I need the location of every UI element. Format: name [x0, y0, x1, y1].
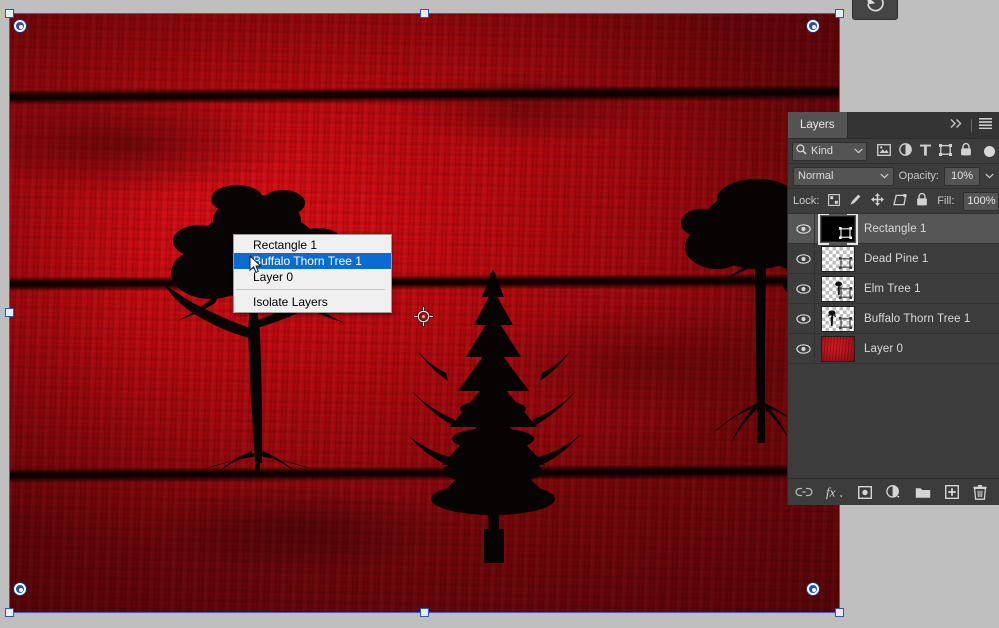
layer-visibility-toggle[interactable] — [792, 223, 814, 234]
layers-list[interactable]: Rectangle 1 Dead Pine 1 Elm Tree 1 Buffa… — [788, 214, 999, 462]
eye-icon — [795, 253, 811, 264]
layer-row-divider — [814, 333, 815, 364]
vector-mask-badge-icon — [839, 256, 852, 269]
chevron-double-right-icon[interactable] — [949, 118, 964, 132]
search-icon — [796, 144, 807, 158]
new-group-icon[interactable] — [915, 486, 931, 499]
blend-mode-select[interactable]: Normal — [793, 166, 894, 186]
lock-position-icon[interactable] — [871, 193, 885, 209]
new-layer-icon[interactable] — [944, 484, 960, 500]
lock-image-pixels-icon[interactable] — [849, 193, 862, 209]
smart-guide-point-bottom-right[interactable] — [807, 583, 819, 595]
chevron-down-icon[interactable] — [879, 170, 889, 182]
delete-layer-icon[interactable] — [973, 484, 987, 500]
rotate-icon — [865, 0, 885, 16]
chevron-down-icon[interactable] — [854, 145, 863, 157]
eye-icon — [795, 223, 811, 234]
layer-visibility-toggle[interactable] — [792, 343, 814, 354]
vector-mask-badge-icon — [839, 226, 852, 239]
rotate-view-button[interactable] — [852, 0, 898, 20]
add-layer-mask-icon[interactable] — [857, 485, 873, 499]
eye-icon — [795, 343, 811, 354]
shape-layer-filter-icon[interactable] — [939, 143, 952, 159]
layer-row-divider — [814, 303, 815, 334]
smart-object-filter-icon[interactable] — [960, 142, 972, 159]
filter-kind-select[interactable]: Kind — [792, 141, 867, 161]
context-menu-item-buffalo-thorn-tree-1[interactable]: Buffalo Thorn Tree 1 — [234, 253, 391, 269]
layer-row-divider — [814, 214, 815, 244]
panel-tab-bar: Layers — [788, 112, 999, 139]
layer-row-divider — [814, 273, 815, 304]
canvas-artwork — [9, 13, 840, 613]
layer-thumbnail[interactable] — [821, 275, 855, 302]
eye-icon — [795, 283, 811, 294]
layer-name-label: Dead Pine 1 — [864, 252, 929, 265]
layer-styles-fx-icon[interactable]: fx — [826, 485, 844, 500]
new-fill-adjustment-layer-icon[interactable] — [886, 485, 901, 499]
layers-panel-footer: fx — [788, 478, 999, 505]
layer-visibility-toggle[interactable] — [792, 283, 814, 294]
layer-name-label: Rectangle 1 — [864, 222, 927, 235]
lock-transparent-pixels-icon[interactable] — [828, 193, 841, 209]
smart-guide-point-top-right[interactable] — [807, 20, 819, 32]
context-menu-item-rectangle-1[interactable]: Rectangle 1 — [234, 237, 391, 253]
document-canvas[interactable] — [9, 13, 840, 613]
vector-mask-badge-icon — [839, 286, 852, 299]
layer-row-layer-0[interactable]: Layer 0 — [788, 333, 999, 364]
layers-panel[interactable]: Layers Kind Normal Opacity: 10% Lock: Fi… — [787, 112, 999, 505]
chevron-down-icon[interactable] — [985, 170, 994, 182]
tab-layers[interactable]: Layers — [788, 112, 848, 138]
panel-menu-icon[interactable] — [979, 118, 992, 132]
layer-thumbnail[interactable] — [821, 305, 855, 332]
eye-icon — [795, 313, 811, 324]
panel-tab-controls — [949, 112, 999, 138]
link-layers-icon[interactable] — [795, 487, 813, 497]
pixel-layer-filter-icon[interactable] — [877, 143, 891, 159]
blend-mode-value: Normal — [798, 170, 834, 182]
toolbar-divider — [971, 118, 972, 132]
photoshop-window: Rectangle 1 Buffalo Thorn Tree 1 Layer 0… — [0, 0, 999, 628]
fill-input[interactable]: 100% — [963, 191, 999, 211]
layer-name-label: Buffalo Thorn Tree 1 — [864, 312, 971, 325]
adjustment-layer-filter-icon[interactable] — [899, 143, 912, 159]
context-menu-separator — [236, 289, 385, 290]
layer-row-divider — [814, 243, 815, 274]
filter-type-buttons — [877, 142, 995, 159]
smart-guide-point-bottom-left[interactable] — [14, 583, 26, 595]
layer-thumbnail[interactable] — [821, 245, 855, 272]
layer-thumbnail[interactable] — [821, 335, 855, 362]
layer-name-label: Elm Tree 1 — [864, 282, 921, 295]
dead-pine-silhouette — [394, 233, 594, 563]
tab-layers-label: Layers — [800, 119, 835, 131]
layer-row-rectangle-1[interactable]: Rectangle 1 — [788, 214, 999, 245]
vector-mask-badge-icon — [839, 316, 852, 329]
lock-buttons — [828, 192, 928, 209]
layer-pick-context-menu[interactable]: Rectangle 1 Buffalo Thorn Tree 1 Layer 0… — [233, 234, 392, 313]
context-menu-item-layer-0[interactable]: Layer 0 — [234, 269, 391, 285]
context-menu-item-isolate-layers[interactable]: Isolate Layers — [234, 294, 391, 310]
layer-row-dead-pine-1[interactable]: Dead Pine 1 — [788, 243, 999, 274]
lock-artboard-nesting-icon[interactable] — [893, 193, 907, 209]
layer-visibility-toggle[interactable] — [792, 313, 814, 324]
lock-all-icon[interactable] — [916, 192, 928, 209]
lock-label: Lock: — [793, 195, 820, 207]
fill-label: Fill: — [937, 195, 955, 207]
layer-name-label: Layer 0 — [864, 342, 904, 355]
layer-filter-row: Kind — [788, 139, 999, 164]
layer-visibility-toggle[interactable] — [792, 253, 814, 264]
filter-kind-label: Kind — [811, 145, 834, 157]
layer-row-buffalo-thorn-tree-1[interactable]: Buffalo Thorn Tree 1 — [788, 303, 999, 334]
layer-thumbnail[interactable] — [818, 214, 858, 245]
buffalo-thorn-tree-silhouette — [159, 163, 369, 475]
type-layer-filter-icon[interactable] — [920, 144, 931, 159]
smart-guide-point-top-left[interactable] — [14, 20, 26, 32]
lock-options-row: Lock: Fill: 100% — [788, 189, 999, 214]
filter-enable-toggle[interactable] — [984, 145, 995, 157]
blend-mode-row: Normal Opacity: 10% — [788, 164, 999, 189]
svg-text:fx: fx — [826, 485, 836, 500]
layer-row-elm-tree-1[interactable]: Elm Tree 1 — [788, 273, 999, 304]
opacity-label: Opacity: — [898, 170, 939, 182]
opacity-input[interactable]: 10% — [944, 166, 980, 186]
